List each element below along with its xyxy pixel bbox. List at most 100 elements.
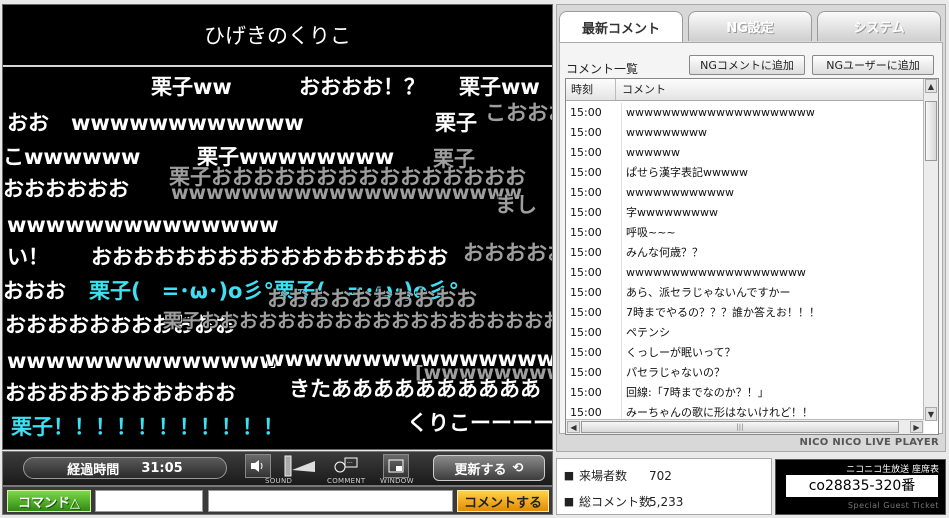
visitors-icon: ■ <box>563 469 575 482</box>
add-ng-user-button[interactable]: NGユーザーに追加 <box>812 55 934 75</box>
row-time: 15:00 <box>570 166 602 179</box>
row-time: 15:00 <box>570 286 602 299</box>
command-input[interactable] <box>95 490 203 512</box>
table-header: 時刻 コメント <box>566 79 924 101</box>
comments-value: 5,233 <box>649 495 684 509</box>
visitor-count-row: ■ 来場者数 <box>563 467 627 485</box>
row-comment: wwwwwwwww <box>621 123 707 143</box>
table-row[interactable]: 15:00 回線:「7時までなのか？！」 <box>566 383 924 403</box>
window-icon[interactable] <box>383 454 409 478</box>
comment-overlay: 栗子ww おおおお！？ 栗子ww おお wwwwwwwwwwww 栗子 こおおお… <box>3 69 552 449</box>
danmaku-comment: おおおおおおおおおおお <box>5 381 236 405</box>
row-comment: wwwwwwwwwwww <box>621 183 734 203</box>
table-row[interactable]: 15:00 くっしーが眠いって？ <box>566 343 924 363</box>
danmaku-comment: 栗子 <box>435 111 477 135</box>
comment-toggle-label: COMMENT <box>327 477 366 485</box>
table-row[interactable]: 15:00 みんな何歳？？ <box>566 243 924 263</box>
danmaku-comment: wwwwwwwwwwwwww <box>7 349 279 373</box>
danmaku-comment: wwwwwwwwwwww <box>71 111 304 135</box>
table-row[interactable]: 15:00 wwwwwwwwwwwwwwwwwwww <box>566 263 924 283</box>
table-row[interactable]: 15:00 字wwwwwwwww <box>566 203 924 223</box>
row-comment: 回線:「7時までなのか？！」 <box>621 383 769 403</box>
danmaku-comment: おおおおおおおおおお <box>267 287 477 311</box>
elapsed-value: 31:05 <box>141 460 183 476</box>
row-time: 15:00 <box>570 206 602 219</box>
scroll-down-icon[interactable]: ▼ <box>925 407 937 421</box>
danmaku-comment: おおおおおお <box>3 177 129 201</box>
scroll-right-icon[interactable]: ▶ <box>910 421 923 433</box>
side-panel: 最新コメント NG設定 システム コメント一覧 NGコメントに追加 NGユーザー… <box>556 4 946 452</box>
control-bar: 経過時間 31:05 SOUND ··· COMMENT WINDOW 更新する… <box>2 451 553 486</box>
row-time: 15:00 <box>570 306 602 319</box>
ticket-footer: Special Guest Ticket <box>847 501 939 510</box>
danmaku-comment: 栗子ww <box>151 75 232 99</box>
scroll-left-icon[interactable]: ◀ <box>567 421 580 433</box>
table-row[interactable]: 15:00 wwwwwwwwwwww <box>566 183 924 203</box>
window-label: WINDOW <box>380 477 414 485</box>
danmaku-comment: こwwwwww <box>3 145 141 169</box>
row-time: 15:00 <box>570 146 602 159</box>
danmaku-comment: おおおおおおおおおおおおおおおおお <box>91 245 448 269</box>
tab-latest-comments[interactable]: 最新コメント <box>559 11 683 43</box>
sound-label: SOUND <box>265 477 293 485</box>
danmaku-comment: 栗子ww <box>459 75 540 99</box>
row-comment: あら、派セラじゃないんですかー <box>621 283 790 303</box>
speaker-icon[interactable] <box>245 454 271 478</box>
comments-icon: ■ <box>563 495 575 508</box>
table-row[interactable]: 15:00 ぱせら漢字表記wwwww <box>566 163 924 183</box>
horizontal-scroll-thumb[interactable]: ||| <box>581 421 899 433</box>
danmaku-comment: wwwwwwwwwwwwwwwwwwww <box>171 182 523 204</box>
scroll-thumb[interactable] <box>925 101 937 161</box>
comment-list-title: コメント一覧 <box>566 62 639 76</box>
danmaku-comment: こおおお <box>485 101 552 125</box>
comment-toggle-icon[interactable]: ··· <box>333 454 359 478</box>
table-row[interactable]: 15:00 呼吸~~~ <box>566 223 924 243</box>
vertical-scrollbar[interactable]: ▲ ▼ <box>923 79 938 421</box>
danmaku-comment: くりこーーーーー <box>407 411 552 435</box>
row-comment: パセラじゃないの？ <box>621 363 725 383</box>
row-comment: wwwwww <box>621 143 680 163</box>
scroll-up-icon[interactable]: ▲ <box>925 79 937 93</box>
table-row[interactable]: 15:00 wwwwwwwwwwwwwwwwwwwww <box>566 103 924 123</box>
tab-system[interactable]: システム <box>817 11 941 41</box>
row-comment: ペテンシ <box>621 323 670 343</box>
row-time: 15:00 <box>570 126 602 139</box>
table-row[interactable]: 15:00 ペテンシ <box>566 323 924 343</box>
elapsed-time-display: 経過時間 31:05 <box>23 457 227 479</box>
row-time: 15:00 <box>570 326 602 339</box>
volume-slider[interactable] <box>284 455 316 477</box>
column-header-time[interactable]: 時刻 <box>566 79 616 100</box>
danmaku-comment: い！ <box>7 245 49 269</box>
command-button[interactable]: コマンド△ <box>7 490 91 512</box>
video-player[interactable]: ひげきのくりこ 栗子ww おおおお！？ 栗子ww おお wwwwwwwwwwww… <box>2 4 553 450</box>
row-time: 15:00 <box>570 186 602 199</box>
add-ng-comment-button[interactable]: NGコメントに追加 <box>689 55 805 75</box>
visitors-value: 702 <box>649 469 672 483</box>
table-row[interactable]: 15:00 7時までやるの？？？誰か答えお！！！ <box>566 303 924 323</box>
row-time: 15:00 <box>570 386 602 399</box>
danmaku-comment: きたああああああああああ <box>289 377 541 401</box>
row-comment: 呼吸~~~ <box>621 223 676 243</box>
column-header-comment[interactable]: コメント <box>617 79 666 100</box>
row-comment: ぱせら漢字表記wwwww <box>621 163 748 183</box>
row-comment: wwwwwwwwwwwwwwwwwwwww <box>621 103 815 123</box>
row-time: 15:00 <box>570 346 602 359</box>
row-comment: 7時までやるの？？？誰か答えお！！！ <box>621 303 820 323</box>
ticket-header: ニコニコ生放送 座席表 <box>846 465 939 475</box>
table-row[interactable]: 15:00 あら、派セラじゃないんですかー <box>566 283 924 303</box>
row-time: 15:00 <box>570 366 602 379</box>
horizontal-scrollbar[interactable]: ◀ ||| ▶ <box>566 419 924 434</box>
table-row[interactable]: 15:00 wwwwww <box>566 143 924 163</box>
comment-input-bar: コマンド△ コメントする <box>2 486 553 515</box>
refresh-button[interactable]: 更新する ⟲ <box>433 455 545 481</box>
danmaku-comment: おおおおおお <box>463 241 552 265</box>
table-row[interactable]: 15:00 wwwwwwwww <box>566 123 924 143</box>
danmaku-comment: まし <box>495 193 537 217</box>
comments-label: 総コメント数 <box>579 495 652 509</box>
row-time: 15:00 <box>570 266 602 279</box>
comment-input[interactable] <box>208 490 453 512</box>
tab-ng-settings[interactable]: NG設定 <box>688 11 812 41</box>
submit-comment-button[interactable]: コメントする <box>457 490 549 512</box>
table-row[interactable]: 15:00 パセラじゃないの？ <box>566 363 924 383</box>
elapsed-label: 経過時間 <box>67 462 120 478</box>
